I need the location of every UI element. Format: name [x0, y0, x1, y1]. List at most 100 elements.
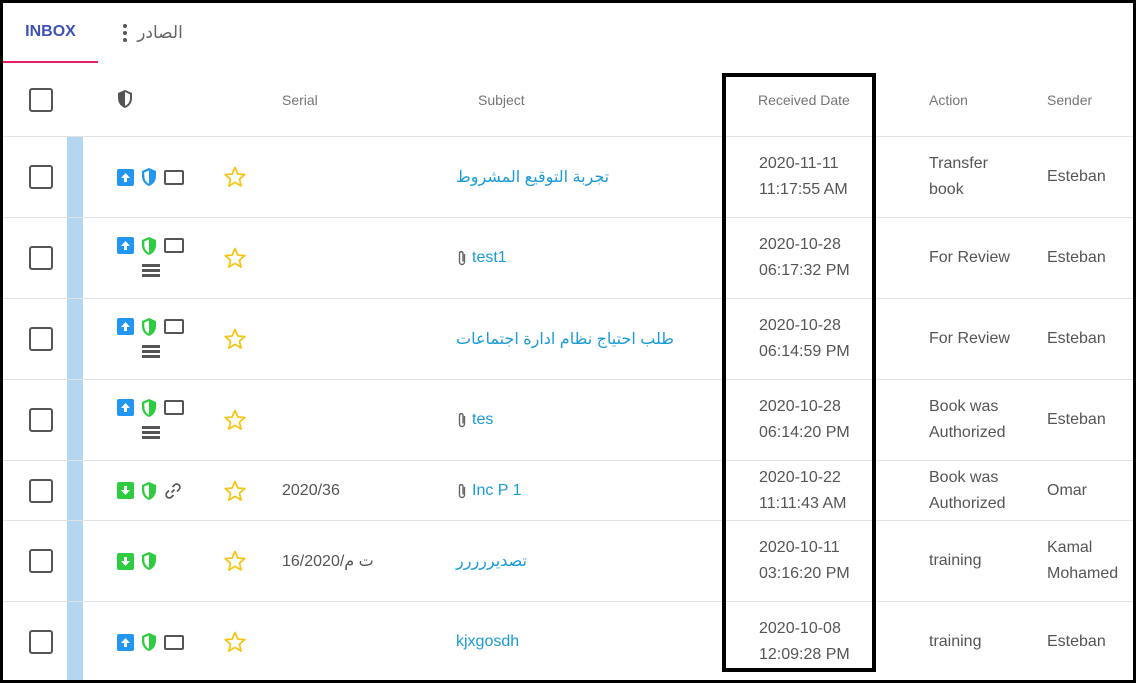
star-icon[interactable]: [223, 521, 247, 601]
row-sender: Esteban: [1047, 602, 1133, 680]
row-sender-line1: Esteban: [1047, 633, 1106, 650]
row-checkbox[interactable]: [29, 165, 53, 189]
row-sender: Esteban: [1047, 299, 1133, 379]
row-date: 2020-11-11: [759, 155, 839, 172]
row-subject-text: تجربة التوقيع المشروط: [456, 169, 610, 186]
row-action: training: [929, 521, 1029, 601]
star-icon[interactable]: [223, 380, 247, 460]
row-time: 11:17:55 AM: [759, 181, 848, 198]
row-received-date: 2020-11-11 11:17:55 AM: [759, 137, 869, 217]
sender-column-header[interactable]: Sender: [1047, 63, 1092, 137]
table-row[interactable]: 2020/36 Inc P 1 2020-10-22 11:11:43 AM Book …: [3, 461, 1133, 521]
row-status-icons: [117, 137, 184, 217]
row-subject-text: tes: [472, 411, 494, 428]
star-icon[interactable]: [223, 137, 247, 217]
row-priority-stripe: [67, 137, 83, 217]
tab-outbox[interactable]: الصادر: [98, 3, 208, 63]
row-action: Book was Authorized: [929, 461, 1029, 520]
details-lines-icon: [141, 264, 160, 277]
tab-outbox-label: الصادر: [137, 23, 183, 42]
row-checkbox[interactable]: [29, 246, 53, 270]
row-checkbox-cell: [29, 218, 53, 298]
row-subject-link[interactable]: tes: [456, 380, 493, 460]
star-icon[interactable]: [223, 218, 247, 298]
row-time: 06:14:20 PM: [759, 424, 850, 441]
select-all-checkbox[interactable]: [29, 88, 53, 112]
row-time: 06:14:59 PM: [759, 343, 850, 360]
row-received-date: 2020-10-28 06:14:20 PM: [759, 380, 869, 460]
outgoing-arrow-icon: [117, 633, 134, 651]
row-subject-link[interactable]: تجربة التوقيع المشروط: [456, 137, 609, 217]
row-subject-link[interactable]: طلب احتياج نظام ادارة اجتماعات: [456, 299, 674, 379]
row-sender: Esteban: [1047, 380, 1133, 460]
row-priority-stripe: [67, 461, 83, 520]
row-status-icons: [117, 218, 184, 298]
row-subject-text: طلب احتياج نظام ادارة اجتماعات: [456, 331, 674, 348]
incoming-arrow-icon: [117, 552, 134, 570]
row-received-date: 2020-10-08 12:09:28 PM: [759, 602, 869, 680]
row-checkbox[interactable]: [29, 630, 53, 654]
row-sender-line1: Esteban: [1047, 249, 1106, 266]
row-status-icons: [117, 521, 158, 601]
tab-inbox-label: INBOX: [25, 23, 76, 40]
row-subject-link[interactable]: تصديررررر: [456, 521, 527, 601]
star-icon[interactable]: [223, 461, 247, 520]
row-sender-line1: Esteban: [1047, 168, 1106, 185]
details-lines-icon: [141, 426, 160, 439]
row-action-line1: Transfer: [929, 155, 988, 172]
table-row[interactable]: tes 2020-10-28 06:14:20 PM Book was Authoriz…: [3, 380, 1133, 461]
row-action-line1: Book was: [929, 398, 999, 415]
row-checkbox[interactable]: [29, 478, 53, 503]
row-checkbox[interactable]: [29, 549, 53, 573]
table-row[interactable]: test1 2020-10-28 06:17:32 PM For Review Este…: [3, 218, 1133, 299]
table-row[interactable]: طلب احتياج نظام ادارة اجتماعات 2020-10-28…: [3, 299, 1133, 380]
row-subject-text: test1: [472, 249, 507, 266]
select-all-cell: [29, 63, 53, 137]
link-icon: [164, 482, 182, 500]
row-date: 2020-10-28: [759, 398, 841, 415]
row-sender-line2: Mohamed: [1047, 565, 1119, 582]
row-action-line2: Authorized: [929, 424, 1006, 441]
row-priority-stripe: [67, 380, 83, 460]
row-action: Transfer book: [929, 137, 1029, 217]
table-row[interactable]: ت م/16/2020 تصديررررر 2020-10-11 03:16:20 P…: [3, 521, 1133, 602]
tab-inbox[interactable]: INBOX: [3, 3, 98, 63]
row-received-date: 2020-10-28 06:14:59 PM: [759, 299, 869, 379]
received-date-column-header[interactable]: Received Date: [758, 63, 850, 137]
row-subject-text: تصديررررر: [456, 553, 527, 570]
row-action-line1: training: [929, 552, 982, 569]
security-shield-icon: [140, 398, 158, 417]
outgoing-arrow-icon: [117, 168, 134, 186]
outgoing-arrow-icon: [117, 399, 134, 416]
row-subject-link[interactable]: test1: [456, 218, 507, 298]
row-priority-stripe: [67, 521, 83, 601]
star-icon[interactable]: [223, 299, 247, 379]
row-status-icons: [117, 299, 184, 379]
subject-column-header[interactable]: Subject: [478, 63, 525, 137]
row-subject-link[interactable]: Inc P 1: [456, 461, 522, 520]
shield-icon: [116, 89, 134, 112]
action-column-header[interactable]: Action: [929, 63, 968, 137]
security-column-header[interactable]: [116, 63, 134, 137]
row-date: 2020-10-11: [759, 539, 840, 556]
table-row[interactable]: kjxgosdh 2020-10-08 12:09:28 PM training Est…: [3, 602, 1133, 680]
table-row[interactable]: تجربة التوقيع المشروط 2020-11-11 11:17:55 …: [3, 137, 1133, 218]
row-subject-text: Inc P 1: [472, 481, 522, 499]
row-action-line2: Authorized: [929, 494, 1006, 512]
row-time: 11:11:43 AM: [759, 494, 847, 512]
more-vert-icon[interactable]: [123, 24, 128, 42]
row-priority-stripe: [67, 218, 83, 298]
serial-column-header[interactable]: Serial: [282, 63, 318, 137]
row-subject-link[interactable]: kjxgosdh: [456, 602, 519, 680]
row-checkbox[interactable]: [29, 408, 53, 432]
screen-icon: [164, 634, 184, 650]
row-status-icons: [117, 602, 184, 680]
security-shield-icon: [140, 552, 158, 570]
row-priority-stripe: [67, 602, 83, 680]
attachment-icon: [456, 249, 468, 267]
row-action: For Review: [929, 299, 1029, 379]
row-checkbox[interactable]: [29, 327, 53, 351]
row-serial: ت م/16/2020: [282, 553, 374, 570]
star-icon[interactable]: [223, 602, 247, 680]
row-checkbox-cell: [29, 602, 53, 680]
